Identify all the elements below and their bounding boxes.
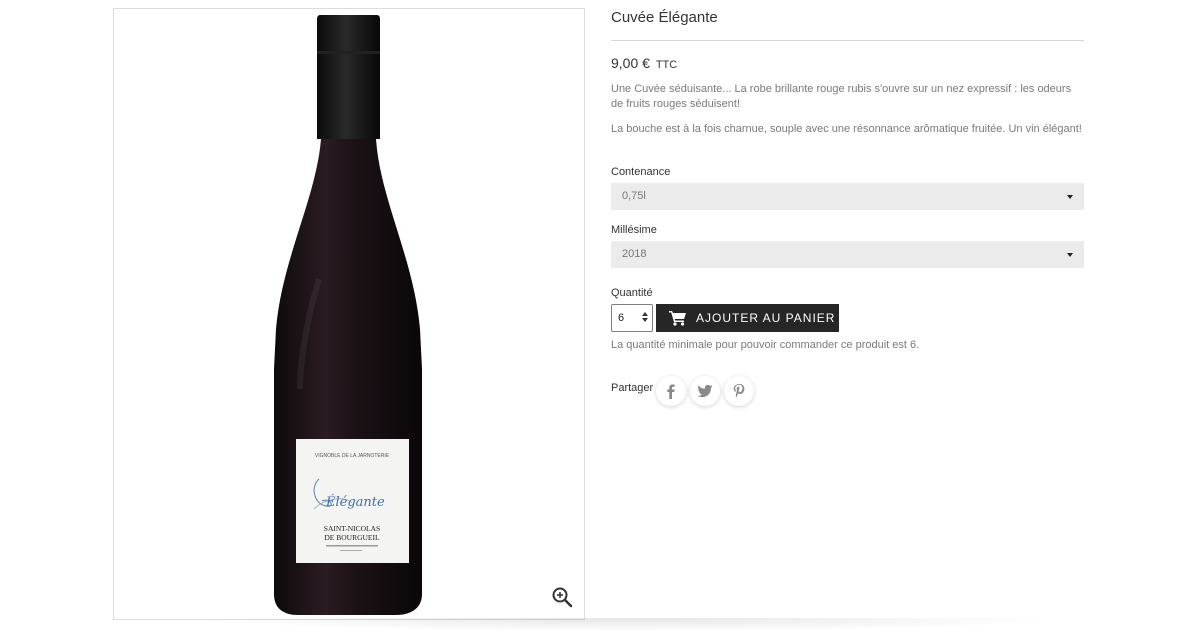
add-to-cart-label: AJOUTER AU PANIER xyxy=(696,311,836,325)
quantity-value: 6 xyxy=(618,312,625,324)
millesime-value: 2018 xyxy=(622,248,647,260)
product-title: Cuvée Élégante xyxy=(611,9,718,26)
shopping-cart-icon xyxy=(669,311,686,326)
add-to-cart-button[interactable]: AJOUTER AU PANIER xyxy=(656,304,839,332)
price-value: 9,00 € xyxy=(611,55,650,71)
contenance-value: 0,75l xyxy=(622,190,646,202)
label-cuvee: Élégante xyxy=(325,494,385,510)
pinterest-icon xyxy=(733,384,745,398)
share-label: Partager xyxy=(611,382,654,394)
quantity-label: Quantité xyxy=(611,287,653,299)
product-image-panel[interactable]: VIGNOBLE DE LA JARNOTERIE Élégante SAINT… xyxy=(113,8,585,620)
twitter-icon xyxy=(697,384,713,398)
facebook-icon xyxy=(667,384,675,399)
footer-shadow xyxy=(190,618,1070,630)
contenance-select[interactable]: 0,75l xyxy=(611,183,1084,210)
chevron-down-icon xyxy=(1067,253,1073,257)
label-appellation-1: SAINT-NICOLAS xyxy=(324,524,380,533)
product-page: VIGNOBLE DE LA JARNOTERIE Élégante SAINT… xyxy=(0,0,1200,630)
zoom-icon[interactable] xyxy=(550,585,574,609)
product-price: 9,00 € TTC xyxy=(611,55,677,71)
chevron-down-icon xyxy=(1067,195,1073,199)
product-description-1: Une Cuvée séduisante... La robe brillant… xyxy=(611,83,1072,110)
contenance-label: Contenance xyxy=(611,166,671,178)
price-tax-label: TTC xyxy=(655,59,678,71)
title-divider xyxy=(611,40,1084,41)
millesime-select[interactable]: 2018 xyxy=(611,241,1084,268)
share-facebook-button[interactable] xyxy=(656,376,686,406)
stepper-arrows-icon[interactable] xyxy=(642,312,648,324)
wine-bottle-image: VIGNOBLE DE LA JARNOTERIE Élégante SAINT… xyxy=(274,15,422,615)
millesime-label: Millésime xyxy=(611,224,657,236)
label-appellation-2: DE BOURGUEIL xyxy=(324,533,380,542)
minimum-quantity-note: La quantité minimale pour pouvoir comman… xyxy=(611,339,920,351)
product-description-2: La bouche est à la fois charnue, souple … xyxy=(611,123,1082,135)
quantity-stepper[interactable]: 6 xyxy=(611,304,653,332)
share-pinterest-button[interactable] xyxy=(724,376,754,406)
share-twitter-button[interactable] xyxy=(690,376,720,406)
label-vineyard: VIGNOBLE DE LA JARNOTERIE xyxy=(315,453,390,459)
